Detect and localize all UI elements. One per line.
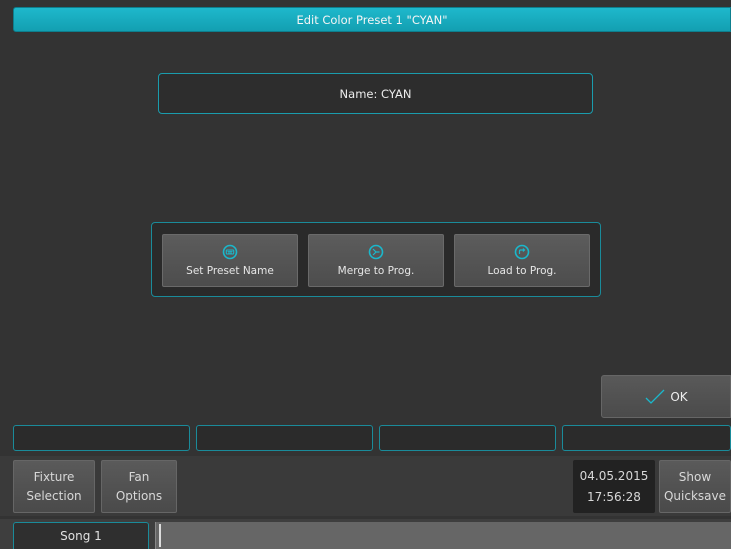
song-progress-bar[interactable]: [155, 522, 731, 549]
window-title-bar: Edit Color Preset 1 "CYAN": [13, 7, 731, 32]
song-tab[interactable]: Song 1: [13, 522, 149, 549]
merge-to-prog-label: Merge to Prog.: [337, 265, 415, 277]
playback-slot-1[interactable]: [13, 425, 190, 451]
checkmark-icon: [645, 389, 665, 404]
window-title: Edit Color Preset 1 "CYAN": [296, 12, 448, 27]
keyboard-icon: [222, 244, 238, 260]
date-time-display: 04.05.2015 17:56:28: [573, 460, 655, 513]
set-preset-name-label: Set Preset Name: [186, 265, 274, 277]
fan-options-button[interactable]: Fan Options: [101, 460, 177, 513]
song-label: Song 1: [60, 529, 102, 543]
action-button-group: Set Preset Name Merge to Prog. Load to P…: [151, 222, 601, 297]
fan-options-line1: Fan: [128, 469, 150, 484]
fixture-selection-line2: Selection: [26, 488, 82, 503]
preset-name-field[interactable]: Name: CYAN: [158, 73, 593, 114]
show-quicksave-button[interactable]: Show Quicksave: [659, 460, 731, 513]
fan-options-line2: Options: [115, 488, 163, 503]
ok-label: OK: [670, 389, 688, 404]
load-icon: [514, 244, 530, 260]
playback-slot-3[interactable]: [379, 425, 556, 451]
fixture-selection-line1: Fixture: [33, 469, 75, 484]
date-text: 04.05.2015: [579, 469, 649, 484]
merge-to-prog-button[interactable]: Merge to Prog.: [308, 234, 444, 287]
set-preset-name-button[interactable]: Set Preset Name: [162, 234, 298, 287]
preset-name-text: Name: CYAN: [339, 86, 412, 101]
load-to-prog-button[interactable]: Load to Prog.: [454, 234, 590, 287]
progress-cursor: [159, 524, 161, 547]
fixture-selection-button[interactable]: Fixture Selection: [13, 460, 95, 513]
load-to-prog-label: Load to Prog.: [487, 265, 557, 277]
show-quicksave-line1: Show: [678, 469, 712, 484]
merge-icon: [368, 244, 384, 260]
playback-slot-4[interactable]: [562, 425, 731, 451]
show-quicksave-line2: Quicksave: [663, 488, 727, 503]
ok-button[interactable]: OK: [601, 375, 731, 418]
playback-slot-2[interactable]: [196, 425, 373, 451]
time-text: 17:56:28: [587, 489, 641, 504]
